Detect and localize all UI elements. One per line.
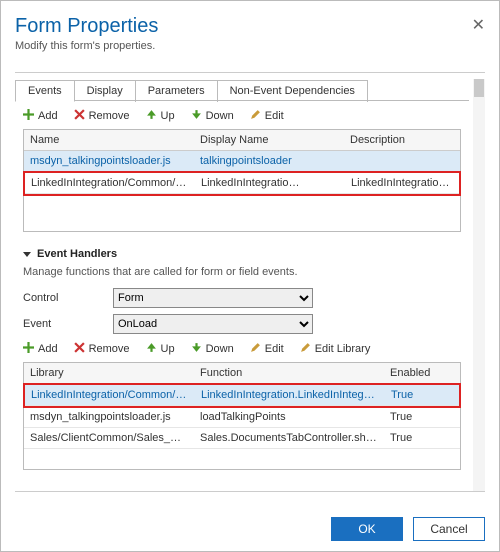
add-label: Add <box>38 110 58 122</box>
up-button[interactable]: Up <box>146 109 175 123</box>
handlers-toolbar: Add Remove Up Down <box>23 340 461 362</box>
table-row[interactable]: LinkedInIntegration/Common/msdyn_L… Link… <box>25 173 459 194</box>
remove-label: Remove <box>89 343 130 355</box>
libraries-grid: Name Display Name Description msdyn_talk… <box>23 129 461 232</box>
col-library[interactable]: Library <box>24 363 194 383</box>
table-row[interactable]: msdyn_talkingpointsloader.js loadTalking… <box>24 407 460 428</box>
event-handlers-label: Event Handlers <box>37 248 117 260</box>
libraries-toolbar: Add Remove Up Down <box>23 107 461 129</box>
cell-name: msdyn_talkingpointsloader.js <box>24 151 194 171</box>
ok-button[interactable]: OK <box>331 517 403 541</box>
dialog-footer: OK Cancel <box>331 517 485 541</box>
highlight-box: LinkedInIntegration/Common/msdyn_L… Link… <box>23 383 461 408</box>
cell-function: loadTalkingPoints <box>194 407 384 427</box>
tab-parameters[interactable]: Parameters <box>135 80 218 102</box>
event-handlers-helper: Manage functions that are called for for… <box>23 266 461 278</box>
table-row[interactable]: LinkedInIntegration/Common/msdyn_L… Link… <box>25 385 459 406</box>
cell-library: msdyn_talkingpointsloader.js <box>24 407 194 427</box>
up-label: Up <box>161 343 175 355</box>
col-function[interactable]: Function <box>194 363 384 383</box>
event-select[interactable]: OnLoad <box>113 314 313 334</box>
add-button[interactable]: Add <box>23 342 58 356</box>
scrollbar[interactable] <box>473 79 485 491</box>
edit-button[interactable]: Edit <box>250 342 284 356</box>
edit-label: Edit <box>265 343 284 355</box>
arrow-down-icon <box>191 342 202 356</box>
remove-label: Remove <box>89 110 130 122</box>
col-description[interactable]: Description <box>344 130 460 150</box>
add-button[interactable]: Add <box>23 109 58 123</box>
cell-desc: LinkedInIntegratio… <box>345 173 459 193</box>
arrow-down-icon <box>191 109 202 123</box>
form-properties-dialog: ✕ Form Properties Modify this form's pro… <box>0 0 500 552</box>
col-display-name[interactable]: Display Name <box>194 130 344 150</box>
tab-strip: Events Display Parameters Non-Event Depe… <box>15 79 469 101</box>
remove-button[interactable]: Remove <box>74 342 130 356</box>
plus-icon <box>23 109 34 123</box>
remove-icon <box>74 342 85 356</box>
cell-function: Sales.DocumentsTabController.shouldS… <box>194 428 384 448</box>
cell-display: talkingpointsloader <box>194 151 344 171</box>
table-row[interactable]: msdyn_talkingpointsloader.js talkingpoin… <box>24 151 460 172</box>
cell-library: Sales/ClientCommon/Sales_ClientCom… <box>24 428 194 448</box>
cell-enabled: True <box>384 407 460 427</box>
remove-button[interactable]: Remove <box>74 109 130 123</box>
cell-function: LinkedInIntegration.LinkedInIntegration… <box>195 385 385 405</box>
up-label: Up <box>161 110 175 122</box>
cell-desc <box>344 151 460 171</box>
table-row[interactable]: Sales/ClientCommon/Sales_ClientCom… Sale… <box>24 428 460 449</box>
dialog-title: Form Properties <box>15 15 485 38</box>
cell-enabled: True <box>384 428 460 448</box>
up-button[interactable]: Up <box>146 342 175 356</box>
control-select[interactable]: Form <box>113 288 313 308</box>
event-label: Event <box>23 318 113 330</box>
chevron-down-icon <box>23 252 31 257</box>
pencil-icon <box>300 342 311 356</box>
cell-display: LinkedInIntegratio… <box>195 173 345 193</box>
down-label: Down <box>206 110 234 122</box>
tab-events[interactable]: Events <box>15 80 75 102</box>
close-icon[interactable]: ✕ <box>472 15 485 35</box>
edit-library-button[interactable]: Edit Library <box>300 342 371 356</box>
col-enabled[interactable]: Enabled <box>384 363 460 383</box>
dialog-subtitle: Modify this form's properties. <box>15 40 485 52</box>
edit-label: Edit <box>265 110 284 122</box>
event-handlers-heading[interactable]: Event Handlers <box>23 248 461 260</box>
down-button[interactable]: Down <box>191 109 234 123</box>
libraries-grid-header: Name Display Name Description <box>24 130 460 151</box>
tab-display[interactable]: Display <box>74 80 136 102</box>
cancel-button[interactable]: Cancel <box>413 517 485 541</box>
down-label: Down <box>206 343 234 355</box>
remove-icon <box>74 109 85 123</box>
edit-library-label: Edit Library <box>315 343 371 355</box>
cell-name: LinkedInIntegration/Common/msdyn_L… <box>25 173 195 193</box>
arrow-up-icon <box>146 342 157 356</box>
down-button[interactable]: Down <box>191 342 234 356</box>
tab-non-event-dependencies[interactable]: Non-Event Dependencies <box>217 80 368 102</box>
pencil-icon <box>250 342 261 356</box>
control-label: Control <box>23 292 113 304</box>
handlers-grid: Library Function Enabled LinkedInIntegra… <box>23 362 461 470</box>
cell-enabled: True <box>385 385 459 405</box>
cell-library: LinkedInIntegration/Common/msdyn_L… <box>25 385 195 405</box>
handlers-grid-header: Library Function Enabled <box>24 363 460 384</box>
events-panel: Add Remove Up Down <box>15 101 469 480</box>
edit-button[interactable]: Edit <box>250 109 284 123</box>
add-label: Add <box>38 343 58 355</box>
col-name[interactable]: Name <box>24 130 194 150</box>
arrow-up-icon <box>146 109 157 123</box>
plus-icon <box>23 342 34 356</box>
highlight-box: LinkedInIntegration/Common/msdyn_L… Link… <box>23 171 461 196</box>
pencil-icon <box>250 109 261 123</box>
